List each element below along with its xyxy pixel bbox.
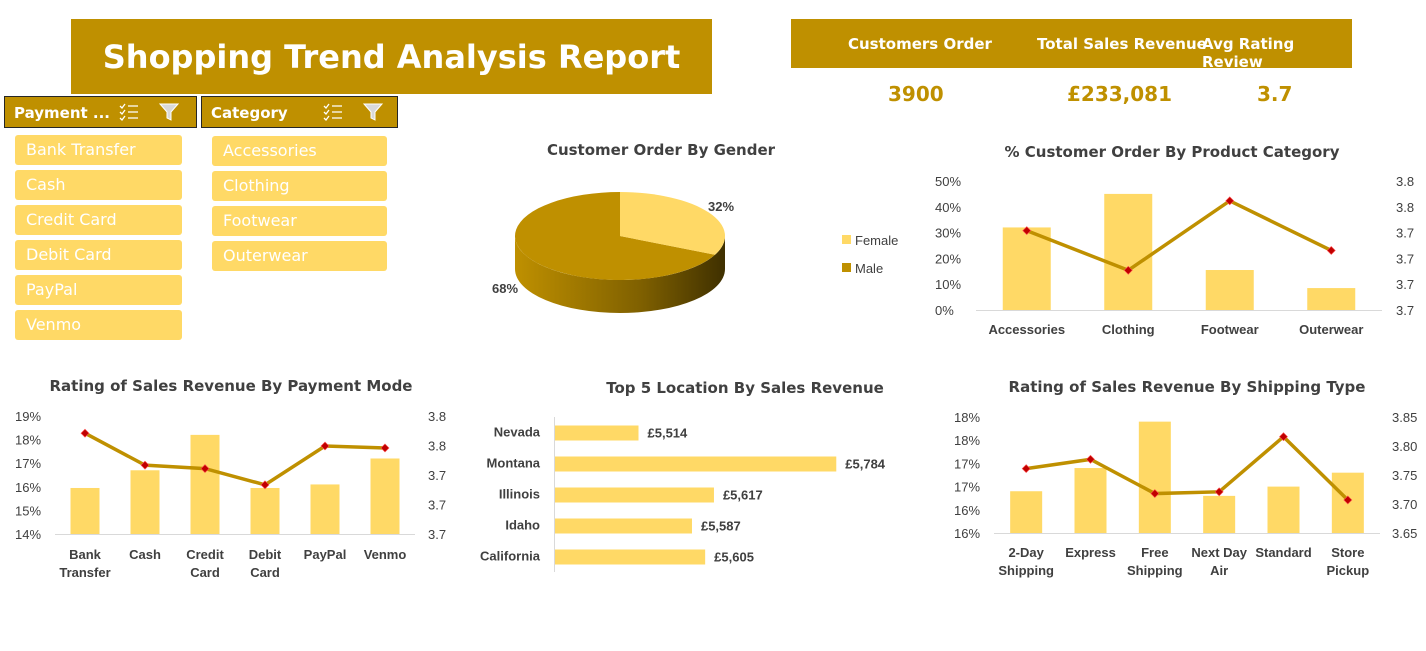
y-tick-label: 16% — [954, 526, 980, 541]
y2-tick-label: 3.8 — [428, 439, 446, 454]
pie-label-female: 32% — [708, 199, 734, 214]
series-line — [84, 431, 386, 487]
y-tick-label: 10% — [935, 277, 961, 292]
charts-canvas: Customer Order By Gender 32% 68% Female Male… — [15, 141, 1417, 580]
x-tick-label: Cash — [129, 547, 161, 562]
y-tick-label: 0% — [935, 303, 954, 318]
y2-tick-label: 3.8 — [1396, 200, 1414, 215]
x-tick-label: Clothing — [1102, 322, 1155, 337]
chart-title: Top 5 Location By Sales Revenue — [606, 379, 884, 397]
bar — [250, 487, 280, 534]
legend-label-female: Female — [855, 233, 898, 248]
y2-tick-label: 3.7 — [428, 468, 446, 483]
x-tick-label: Outerwear — [1299, 322, 1363, 337]
bar — [1307, 288, 1356, 310]
y-tick-label: 18% — [954, 410, 980, 425]
y-tick-label: 19% — [15, 409, 41, 424]
y-tick-label: Montana — [487, 456, 541, 471]
bar — [130, 470, 160, 534]
y-tick-label: 17% — [15, 456, 41, 471]
bar — [1074, 468, 1107, 533]
y2-tick-label: 3.80 — [1392, 439, 1417, 454]
data-label: £5,617 — [723, 488, 763, 503]
y-tick-label: 14% — [15, 527, 41, 542]
bar — [1138, 421, 1171, 533]
y-tick-label: Nevada — [494, 425, 541, 440]
bar — [1104, 193, 1153, 310]
x-tick-label: Footwear — [1201, 322, 1259, 337]
data-label: £5,514 — [648, 426, 689, 441]
y2-tick-label: 3.85 — [1392, 410, 1417, 425]
y2-tick-label: 3.7 — [1396, 277, 1414, 292]
x-tick-label: Bank Transfer — [59, 547, 110, 580]
x-tick-label: Store Pickup — [1327, 545, 1370, 578]
line-point — [380, 443, 390, 453]
legend-swatch-female — [842, 235, 851, 244]
chart-title: Rating of Sales Revenue By Shipping Type — [1009, 378, 1366, 396]
y2-tick-label: 3.7 — [1396, 226, 1414, 241]
y-tick-label: 17% — [954, 456, 980, 471]
x-tick-label: Standard — [1255, 545, 1311, 560]
y-tick-label: 30% — [935, 226, 961, 241]
y-tick-label: 40% — [935, 200, 961, 215]
y-tick-label: 16% — [954, 503, 980, 518]
y-tick-label: 50% — [935, 174, 961, 189]
bar — [555, 425, 639, 441]
bar — [370, 458, 400, 534]
y2-tick-label: 3.65 — [1392, 526, 1417, 541]
y2-tick-label: 3.75 — [1392, 468, 1417, 483]
bar — [555, 487, 714, 503]
y2-tick-label: 3.7 — [428, 498, 446, 513]
y2-tick-label: 3.7 — [428, 527, 446, 542]
x-tick-label: Debit Card — [249, 547, 282, 580]
bar — [555, 549, 706, 565]
x-tick-label: Credit Card — [186, 547, 224, 580]
data-label: £5,784 — [845, 457, 886, 472]
x-tick-label: Accessories — [988, 322, 1065, 337]
y-tick-label: Illinois — [499, 487, 540, 502]
y2-tick-label: 3.7 — [1396, 303, 1414, 318]
bar — [70, 487, 100, 534]
y-tick-label: 15% — [15, 503, 41, 518]
y2-tick-label: 3.7 — [1396, 251, 1414, 266]
x-tick-label: PayPal — [304, 547, 347, 562]
x-tick-label: Free Shipping — [1127, 545, 1183, 578]
line-point — [1021, 464, 1031, 474]
chart-title: Customer Order By Gender — [547, 141, 776, 159]
bar — [1267, 486, 1300, 533]
series-line — [1025, 434, 1350, 502]
legend-swatch-male — [842, 263, 851, 272]
y2-tick-label: 3.8 — [1396, 174, 1414, 189]
bar — [310, 484, 340, 534]
y-tick-label: 20% — [935, 251, 961, 266]
chart-title: Rating of Sales Revenue By Payment Mode — [50, 377, 413, 395]
data-label: £5,605 — [714, 550, 754, 565]
y2-tick-label: 3.8 — [428, 409, 446, 424]
bar — [1203, 495, 1236, 533]
bar — [555, 518, 692, 534]
bar — [1205, 270, 1254, 310]
series-line — [1026, 198, 1333, 273]
data-label: £5,587 — [701, 519, 741, 534]
x-tick-label: Venmo — [364, 547, 407, 562]
y-tick-label: 18% — [954, 433, 980, 448]
y-tick-label: California — [480, 549, 541, 564]
bar — [555, 456, 837, 472]
y-tick-label: 18% — [15, 433, 41, 448]
pie-label-male: 68% — [492, 281, 518, 296]
y-tick-label: 17% — [954, 480, 980, 495]
y-tick-label: 16% — [15, 480, 41, 495]
y2-tick-label: 3.70 — [1392, 497, 1417, 512]
x-tick-label: Express — [1065, 545, 1116, 560]
legend-label-male: Male — [855, 261, 883, 276]
x-tick-label: 2-Day Shipping — [998, 545, 1054, 578]
y-tick-label: Idaho — [505, 518, 540, 533]
chart-title: % Customer Order By Product Category — [1005, 143, 1340, 161]
bar — [190, 434, 220, 534]
bar — [1002, 227, 1051, 310]
bar — [1010, 491, 1043, 533]
x-tick-label: Next Day Air — [1191, 545, 1247, 578]
